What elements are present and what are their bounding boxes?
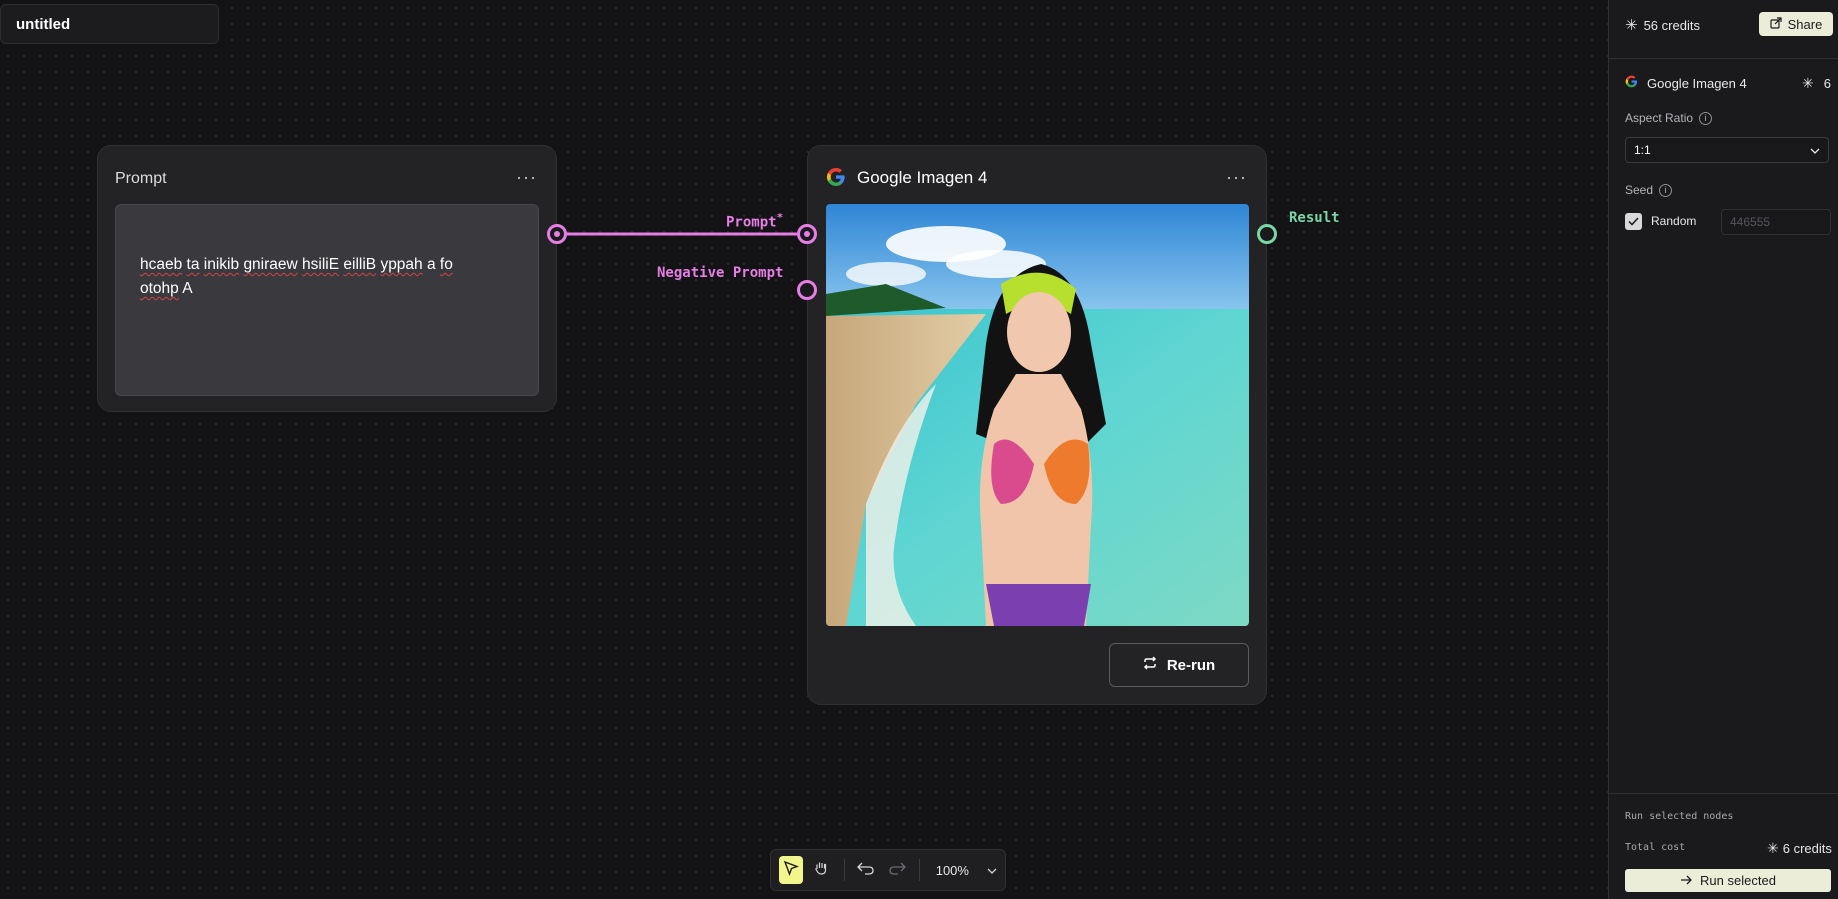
total-cost-value: 6 credits (1782, 841, 1832, 856)
seed-input[interactable]: 446555 (1721, 209, 1831, 235)
generated-image-placeholder (826, 204, 1249, 626)
panel-divider (1609, 793, 1838, 794)
prompt-input-label: Prompt* (726, 211, 783, 231)
prompt-input-text: Prompt (726, 214, 777, 231)
generated-image[interactable] (826, 204, 1249, 626)
asterisk-icon: ✳ (1802, 75, 1814, 91)
rerun-label: Re-run (1166, 656, 1216, 674)
prompt-word: yppah (380, 256, 423, 273)
asterisk-icon: ✳ (1625, 17, 1638, 34)
hand-icon (813, 860, 829, 881)
total-cost: ✳ 6 credits (1767, 840, 1832, 857)
prompt-input-handle[interactable] (797, 224, 817, 244)
rerun-button[interactable]: Re-run (1109, 643, 1249, 687)
chevron-down-icon[interactable] (987, 861, 997, 879)
google-g-icon (826, 167, 846, 192)
prompt-textarea[interactable]: hcaeb ta inikib gniraew hsiliE eilliB yp… (115, 204, 539, 396)
pan-tool-button[interactable] (809, 856, 833, 884)
model-cost: ✳ 6 (1802, 75, 1831, 92)
seed-label-row: Seed i (1625, 183, 1673, 197)
asterisk-icon: ✳ (1767, 840, 1779, 856)
prompt-word: eilliB (343, 256, 377, 273)
total-cost-label: Total cost (1625, 842, 1686, 853)
imagen-node-title: Google Imagen 4 (857, 168, 988, 187)
prompt-node-title: Prompt (115, 170, 167, 187)
prompt-word: otohp (140, 280, 179, 297)
prompt-output-handle[interactable] (547, 224, 567, 244)
chevron-down-icon (1810, 143, 1820, 157)
share-icon (1770, 16, 1782, 32)
aspect-ratio-value: 1:1 (1634, 143, 1651, 157)
run-selected-heading: Run selected nodes (1625, 811, 1734, 822)
canvas-toolbar: 100% (770, 849, 1006, 891)
credits-display: ✳ 56 credits (1625, 16, 1700, 34)
credits-label: 56 credits (1643, 17, 1700, 33)
run-selected-button[interactable]: Run selected (1625, 869, 1831, 892)
zoom-level[interactable]: 100% (936, 863, 969, 878)
google-g-icon (1625, 75, 1638, 91)
result-label: Result (1289, 210, 1340, 226)
select-tool-button[interactable] (779, 856, 804, 884)
prompt-word: fo (439, 256, 453, 273)
prompt-line-1: hcaeb ta inikib gniraew hsiliE eilliB yp… (140, 253, 514, 277)
share-label: Share (1787, 16, 1823, 32)
prompt-word: hsiliE (302, 256, 340, 273)
undo-icon (857, 861, 875, 880)
panel-divider (1609, 58, 1838, 59)
toolbar-divider (918, 859, 920, 881)
properties-panel: ✳ 56 credits Share Google Imagen 4 ✳ 6 A… (1608, 0, 1838, 899)
prompt-word: ta (186, 256, 200, 273)
undo-button[interactable] (854, 856, 878, 884)
random-checkbox[interactable] (1625, 213, 1642, 230)
redo-button[interactable] (885, 856, 909, 884)
prompt-node[interactable]: Prompt ··· hcaeb ta inikib gniraew hsili… (97, 145, 557, 412)
cursor-icon (783, 860, 800, 881)
model-cost-value: 6 (1823, 76, 1831, 91)
seed-label: Seed (1625, 183, 1654, 197)
prompt-line-2: otohp A (140, 277, 514, 301)
prompt-word: A (182, 280, 193, 297)
aspect-ratio-label: Aspect Ratio (1625, 111, 1694, 125)
aspect-ratio-label-row: Aspect Ratio i (1625, 111, 1713, 125)
required-mark: * (776, 211, 784, 224)
share-button[interactable]: Share (1759, 12, 1833, 36)
prompt-word: a (426, 256, 436, 273)
negative-prompt-label: Negative Prompt (657, 265, 784, 281)
prompt-word: gniraew (243, 256, 298, 273)
imagen-node-menu-icon[interactable]: ··· (1226, 168, 1247, 186)
arrow-right-icon (1680, 873, 1692, 888)
redo-icon (888, 861, 906, 880)
imagen-node[interactable]: Google Imagen 4 ··· Re-run (807, 145, 1267, 705)
prompt-node-menu-icon[interactable]: ··· (516, 168, 537, 186)
run-selected-label: Run selected (1700, 873, 1776, 888)
seed-placeholder: 446555 (1730, 215, 1771, 229)
prompt-word: inikib (203, 256, 240, 273)
info-icon[interactable]: i (1659, 183, 1673, 197)
aspect-ratio-select[interactable]: 1:1 (1625, 137, 1829, 163)
model-row: Google Imagen 4 (1625, 75, 1747, 91)
random-label: Random (1651, 214, 1697, 228)
model-name: Google Imagen 4 (1647, 75, 1747, 91)
prompt-word: hcaeb (140, 256, 183, 273)
result-output-handle[interactable] (1257, 224, 1277, 244)
check-icon (1628, 213, 1639, 231)
document-title[interactable]: untitled (0, 4, 219, 44)
negative-prompt-handle[interactable] (797, 280, 817, 300)
info-icon[interactable]: i (1699, 111, 1713, 125)
toolbar-divider (843, 859, 845, 881)
repeat-icon (1143, 656, 1157, 674)
